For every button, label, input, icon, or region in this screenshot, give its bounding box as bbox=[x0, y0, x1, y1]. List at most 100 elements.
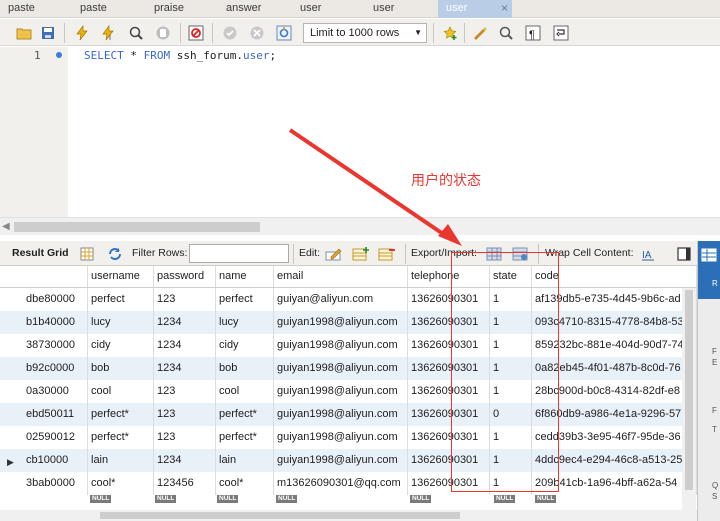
tab-user-2[interactable]: user bbox=[373, 0, 394, 18]
username-cell[interactable]: perfect bbox=[88, 288, 154, 311]
table-row[interactable]: cb10000 lain 1234 lain guiyan1998@aliyun.com… bbox=[0, 449, 697, 472]
wrap-lines-icon[interactable] bbox=[551, 23, 571, 43]
column-header[interactable] bbox=[0, 266, 88, 287]
name-cell[interactable]: perfect* bbox=[216, 426, 274, 449]
autocommit-icon[interactable] bbox=[274, 23, 294, 43]
sql-end: ; bbox=[269, 49, 277, 62]
tab-user-1[interactable]: user bbox=[300, 0, 321, 18]
toggle-error-icon[interactable] bbox=[186, 23, 206, 43]
email-cell[interactable]: guiyan1998@aliyun.com bbox=[274, 334, 408, 357]
username-cell[interactable]: lucy bbox=[88, 311, 154, 334]
tab-answer[interactable]: answer bbox=[226, 0, 261, 18]
scrollbar-thumb[interactable] bbox=[100, 512, 460, 519]
username-cell[interactable]: bob bbox=[88, 357, 154, 380]
name-cell[interactable]: perfect bbox=[216, 288, 274, 311]
limit-rows-select[interactable]: Limit to 1000 rows ▼ bbox=[303, 23, 427, 43]
grid-vertical-scrollbar[interactable] bbox=[682, 288, 696, 510]
table-row[interactable]: b92c0000 bob 1234 bob guiyan1998@aliyun.com 1… bbox=[0, 357, 697, 380]
add-snippet-icon[interactable] bbox=[440, 23, 460, 43]
filter-rows-input[interactable] bbox=[189, 244, 289, 263]
tab-user-active[interactable]: user × bbox=[438, 0, 512, 18]
email-cell[interactable]: guiyan1998@aliyun.com bbox=[274, 357, 408, 380]
result-grid-tab[interactable]: Result Grid bbox=[12, 247, 69, 259]
beautify-icon[interactable] bbox=[470, 23, 490, 43]
side-label: F bbox=[712, 347, 717, 356]
username-cell[interactable]: perfect* bbox=[88, 403, 154, 426]
table-row[interactable]: ebd50011 perfect* 123 perfect* guiyan1998@al… bbox=[0, 403, 697, 426]
row-id-cell[interactable]: b1b40000 bbox=[0, 311, 88, 334]
find-icon[interactable] bbox=[496, 23, 516, 43]
column-header[interactable]: username bbox=[88, 266, 154, 287]
editor-scrollbar[interactable]: ◀ bbox=[0, 217, 720, 235]
grid-horizontal-scrollbar[interactable] bbox=[0, 510, 697, 521]
column-header[interactable]: email bbox=[274, 266, 408, 287]
stop-icon[interactable] bbox=[153, 23, 173, 43]
username-cell[interactable]: perfect* bbox=[88, 426, 154, 449]
name-cell[interactable]: perfect* bbox=[216, 403, 274, 426]
result-grid-side-button[interactable]: R bbox=[698, 241, 720, 299]
grid-view-icon[interactable] bbox=[78, 245, 96, 263]
password-cell[interactable]: 1234 bbox=[154, 311, 216, 334]
row-id-cell[interactable]: 02590012 bbox=[0, 426, 88, 449]
toggle-panel-icon[interactable] bbox=[675, 245, 693, 263]
execute-icon[interactable] bbox=[72, 23, 92, 43]
row-id-cell[interactable]: 38730000 bbox=[0, 334, 88, 357]
table-row[interactable]: 0a30000 cool 123 cool guiyan1998@aliyun.com 1… bbox=[0, 380, 697, 403]
rollback-icon[interactable] bbox=[247, 23, 267, 43]
password-cell[interactable]: 123 bbox=[154, 426, 216, 449]
table-row[interactable]: b1b40000 lucy 1234 lucy guiyan1998@aliyun.co… bbox=[0, 311, 697, 334]
password-cell[interactable]: 123 bbox=[154, 288, 216, 311]
email-cell[interactable]: guiyan1998@aliyun.com bbox=[274, 380, 408, 403]
table-row[interactable]: dbe80000 perfect 123 perfect guiyan@aliyun.c… bbox=[0, 288, 697, 311]
column-header[interactable]: name bbox=[216, 266, 274, 287]
row-id-cell[interactable]: dbe80000 bbox=[0, 288, 88, 311]
email-cell[interactable]: guiyan1998@aliyun.com bbox=[274, 403, 408, 426]
email-cell[interactable]: guiyan1998@aliyun.com bbox=[274, 449, 408, 472]
name-cell[interactable]: lain bbox=[216, 449, 274, 472]
table-row[interactable]: 02590012 perfect* 123 perfect* guiyan1998@al… bbox=[0, 426, 697, 449]
row-id-cell[interactable]: ebd50011 bbox=[0, 403, 88, 426]
execute-current-icon[interactable]: I bbox=[98, 23, 118, 43]
column-header[interactable]: password bbox=[154, 266, 216, 287]
name-cell[interactable]: lucy bbox=[216, 311, 274, 334]
scroll-left-icon[interactable]: ◀ bbox=[2, 221, 10, 232]
save-icon[interactable] bbox=[38, 23, 58, 43]
username-cell[interactable]: lain bbox=[88, 449, 154, 472]
sql-editor[interactable]: 1 SELECT * FROM ssh_forum.user; bbox=[0, 47, 720, 217]
username-cell[interactable]: cidy bbox=[88, 334, 154, 357]
sql-text[interactable]: SELECT * FROM ssh_forum.user; bbox=[84, 49, 276, 62]
row-id-cell[interactable]: b92c0000 bbox=[0, 357, 88, 380]
email-cell[interactable]: guiyan1998@aliyun.com bbox=[274, 426, 408, 449]
name-cell[interactable]: bob bbox=[216, 357, 274, 380]
scrollbar-thumb[interactable] bbox=[685, 290, 693, 490]
side-label: E bbox=[712, 358, 718, 367]
name-cell[interactable]: cool bbox=[216, 380, 274, 403]
tab-paste-1[interactable]: paste bbox=[8, 0, 35, 18]
open-folder-icon[interactable] bbox=[14, 23, 34, 43]
tab-paste-2[interactable]: paste bbox=[80, 0, 107, 18]
row-id-cell[interactable]: 0a30000 bbox=[0, 380, 88, 403]
tab-praise[interactable]: praise bbox=[154, 0, 184, 18]
insert-row-icon[interactable] bbox=[352, 245, 370, 263]
scrollbar-thumb[interactable] bbox=[14, 222, 260, 232]
delete-row-icon[interactable] bbox=[378, 245, 396, 263]
close-icon[interactable]: × bbox=[501, 0, 508, 17]
sql-keyword: FROM bbox=[143, 49, 171, 62]
explain-icon[interactable] bbox=[126, 23, 146, 43]
password-cell[interactable]: 1234 bbox=[154, 357, 216, 380]
name-cell[interactable]: cidy bbox=[216, 334, 274, 357]
invisible-chars-icon[interactable]: ¶ bbox=[523, 23, 543, 43]
edit-row-icon[interactable] bbox=[325, 245, 343, 263]
password-cell[interactable]: 123 bbox=[154, 380, 216, 403]
password-cell[interactable]: 1234 bbox=[154, 449, 216, 472]
commit-icon[interactable] bbox=[220, 23, 240, 43]
password-cell[interactable]: 123 bbox=[154, 403, 216, 426]
email-cell[interactable]: guiyan1998@aliyun.com bbox=[274, 311, 408, 334]
email-cell[interactable]: guiyan@aliyun.com bbox=[274, 288, 408, 311]
table-row[interactable]: 38730000 cidy 1234 cidy guiyan1998@aliyun.co… bbox=[0, 334, 697, 357]
wrap-cell-icon[interactable]: IA bbox=[639, 245, 657, 263]
result-grid[interactable]: username password name email telephone state c… bbox=[0, 266, 697, 510]
password-cell[interactable]: 1234 bbox=[154, 334, 216, 357]
refresh-icon[interactable] bbox=[106, 245, 124, 263]
username-cell[interactable]: cool bbox=[88, 380, 154, 403]
